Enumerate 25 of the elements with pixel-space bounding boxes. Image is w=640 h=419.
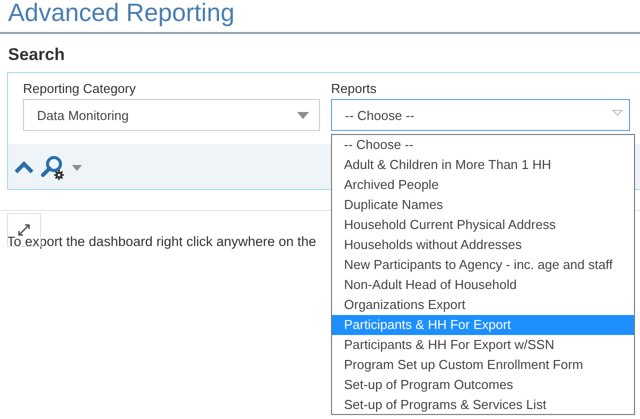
select-field[interactable]: -- Choose -- bbox=[331, 99, 630, 131]
field-label: Reports bbox=[331, 81, 378, 98]
dropdown-option[interactable]: Program Set up Custom Enrollment Form bbox=[332, 355, 634, 375]
dropdown-option[interactable]: Participants & HH For Export w/SSN bbox=[332, 335, 634, 355]
select-field[interactable]: Data Monitoring bbox=[23, 99, 320, 131]
expand-icon bbox=[17, 223, 31, 237]
dropdown-option[interactable]: Household Current Physical Address bbox=[332, 215, 634, 235]
caret-icon bbox=[297, 112, 309, 118]
search-settings-icon[interactable] bbox=[40, 154, 66, 180]
section-heading: Search bbox=[8, 44, 66, 65]
dropdown-option[interactable]: Adult & Children in More Than 1 HH bbox=[332, 155, 634, 175]
field-label: Reporting Category bbox=[23, 81, 137, 98]
page-title: Advanced Reporting bbox=[7, 0, 236, 27]
collapse-icon[interactable] bbox=[14, 161, 34, 174]
caret-icon[interactable] bbox=[72, 164, 82, 170]
dropdown-option[interactable]: Set-up of Programs & Services List bbox=[332, 395, 634, 415]
dropdown-option[interactable]: Set-up of Program Outcomes bbox=[332, 375, 634, 395]
dropdown-option[interactable]: New Participants to Agency - inc. age and staff bbox=[332, 255, 634, 275]
dropdown-option[interactable]: Duplicate Names bbox=[332, 195, 634, 215]
caret-icon bbox=[612, 110, 623, 116]
dropdown-option[interactable]: Organizations Export bbox=[332, 295, 634, 315]
dropdown-option[interactable]: -- Choose -- bbox=[332, 135, 634, 155]
dropdown-option[interactable]: Non-Adult Head of Household bbox=[332, 275, 634, 295]
dropdown-option[interactable]: Households without Addresses bbox=[332, 235, 634, 255]
dropdown-option[interactable]: Archived People bbox=[332, 175, 634, 195]
